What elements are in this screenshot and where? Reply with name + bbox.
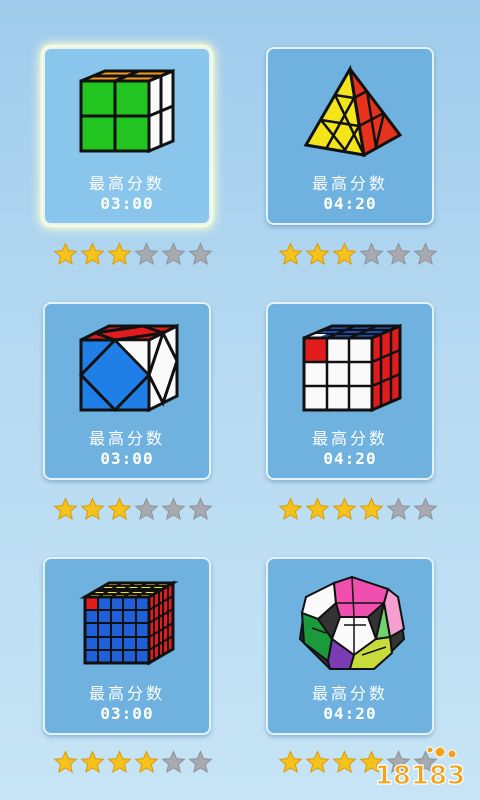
- star-filled-icon: [305, 497, 330, 521]
- star-filled-icon: [359, 497, 384, 521]
- megaminx-icon: [298, 575, 406, 670]
- star-empty-icon: [413, 242, 438, 266]
- star-filled-icon: [278, 750, 303, 774]
- best-score-label: 最高分数: [88, 174, 165, 193]
- star-empty-icon: [413, 497, 438, 521]
- 5x5-cube-icon: [79, 580, 179, 666]
- star-empty-icon: [386, 497, 411, 521]
- star-filled-icon: [278, 242, 303, 266]
- star-filled-icon: [107, 497, 132, 521]
- rating-stars: [278, 497, 438, 521]
- star-filled-icon: [80, 750, 105, 774]
- rating-stars: [53, 497, 213, 521]
- best-score-label: 最高分数: [88, 429, 165, 448]
- star-filled-icon: [332, 750, 357, 774]
- star-filled-icon: [53, 750, 78, 774]
- star-empty-icon: [359, 242, 384, 266]
- star-empty-icon: [161, 242, 186, 266]
- star-filled-icon: [332, 497, 357, 521]
- best-time: 03:00: [100, 704, 154, 723]
- star-filled-icon: [134, 750, 159, 774]
- skewb-icon: [78, 323, 179, 413]
- puzzle-card-megaminx[interactable]: 最高分数 04:20: [266, 557, 434, 735]
- star-filled-icon: [53, 497, 78, 521]
- star-filled-icon: [305, 242, 330, 266]
- star-empty-icon: [134, 497, 159, 521]
- 3x3-cube-icon: [302, 323, 402, 413]
- rating-stars: [53, 750, 213, 774]
- best-time: 04:20: [323, 194, 377, 213]
- pyraminx-icon: [303, 64, 403, 158]
- star-filled-icon: [278, 497, 303, 521]
- star-filled-icon: [80, 242, 105, 266]
- star-empty-icon: [188, 497, 213, 521]
- puzzle-card-2x2[interactable]: 最高分数 03:00: [43, 47, 211, 225]
- star-empty-icon: [134, 242, 159, 266]
- star-empty-icon: [188, 242, 213, 266]
- best-score-label: 最高分数: [311, 174, 388, 193]
- puzzle-card-pyraminx[interactable]: 最高分数 04:20: [266, 47, 434, 225]
- best-time: 03:00: [100, 194, 154, 213]
- star-empty-icon: [161, 497, 186, 521]
- best-score-label: 最高分数: [311, 684, 388, 703]
- star-filled-icon: [305, 750, 330, 774]
- star-empty-icon: [161, 750, 186, 774]
- rating-stars: [278, 242, 438, 266]
- rating-stars: [53, 242, 213, 266]
- best-time: 04:20: [323, 704, 377, 723]
- star-empty-icon: [386, 242, 411, 266]
- 2x2-cube-icon: [79, 68, 175, 154]
- star-filled-icon: [107, 242, 132, 266]
- best-score-label: 最高分数: [311, 429, 388, 448]
- watermark-text: 18183: [375, 761, 465, 791]
- puzzle-card-5x5[interactable]: 最高分数 03:00: [43, 557, 211, 735]
- star-empty-icon: [188, 750, 213, 774]
- best-time: 04:20: [323, 449, 377, 468]
- puzzle-card-skewb[interactable]: 最高分数 03:00: [43, 302, 211, 480]
- puzzle-card-3x3[interactable]: 最高分数 04:20: [266, 302, 434, 480]
- star-filled-icon: [332, 242, 357, 266]
- star-filled-icon: [53, 242, 78, 266]
- best-score-label: 最高分数: [88, 684, 165, 703]
- star-filled-icon: [107, 750, 132, 774]
- best-time: 03:00: [100, 449, 154, 468]
- star-filled-icon: [80, 497, 105, 521]
- 18183-logo-watermark: 18183: [374, 746, 466, 792]
